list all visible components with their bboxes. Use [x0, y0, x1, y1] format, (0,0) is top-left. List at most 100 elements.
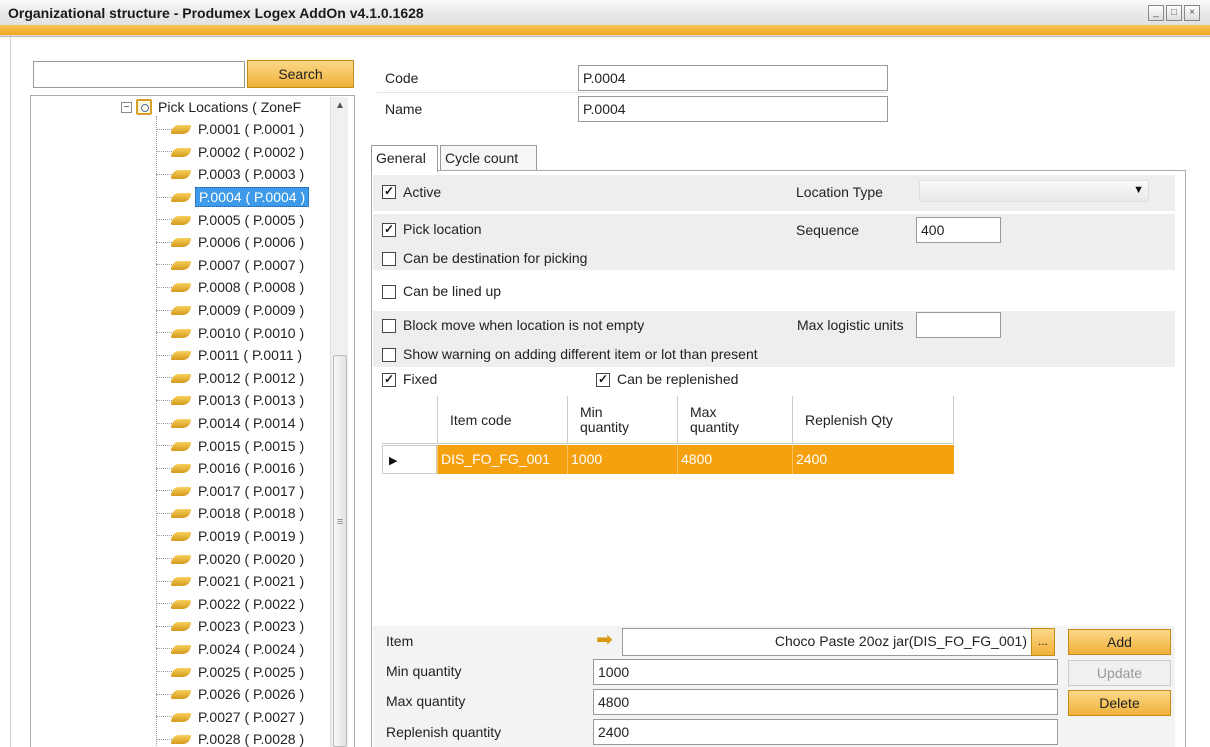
tree-node-pick-locations[interactable]: − Pick Locations ( ZoneF: [121, 96, 301, 118]
active-checkbox[interactable]: ✓: [382, 185, 396, 199]
tree-item[interactable]: P.0013 ( P.0013 ): [156, 389, 309, 412]
close-button[interactable]: ×: [1184, 5, 1200, 21]
name-field[interactable]: P.0004: [578, 96, 888, 122]
max-quantity-field[interactable]: 4800: [593, 689, 1058, 715]
search-input[interactable]: [33, 61, 245, 88]
tree-item[interactable]: P.0004 ( P.0004 ): [156, 186, 310, 209]
location-icon: [172, 575, 192, 587]
column-header-max-quantity[interactable]: Max quantity: [677, 396, 792, 444]
go-arrow-icon[interactable]: ➡: [596, 630, 613, 650]
column-header-line: quantity: [580, 419, 630, 435]
tree-item[interactable]: P.0021 ( P.0021 ): [156, 570, 309, 593]
max-logistic-units-label: Max logistic units: [797, 317, 904, 333]
min-quantity-field[interactable]: 1000: [593, 659, 1058, 685]
tree-connector: [156, 558, 172, 560]
minimize-button[interactable]: _: [1148, 5, 1164, 21]
tree-item-label: P.0022 ( P.0022 ): [198, 595, 305, 612]
tree-item[interactable]: P.0020 ( P.0020 ): [156, 547, 309, 570]
code-field[interactable]: P.0004: [578, 65, 888, 91]
sequence-label: Sequence: [796, 222, 860, 238]
tree-item[interactable]: P.0022 ( P.0022 ): [156, 592, 309, 615]
tree-item-label: P.0018 ( P.0018 ): [198, 505, 305, 522]
tree-item[interactable]: P.0001 ( P.0001 ): [156, 118, 309, 141]
tree-item[interactable]: P.0012 ( P.0012 ): [156, 367, 309, 390]
tree-connector: [156, 603, 172, 605]
scroll-up-icon[interactable]: ▲: [331, 97, 349, 115]
tree-item[interactable]: P.0028 ( P.0028 ): [156, 728, 309, 747]
tree-item[interactable]: P.0009 ( P.0009 ): [156, 299, 309, 322]
tree-item[interactable]: P.0014 ( P.0014 ): [156, 412, 309, 435]
tree-connector: [156, 173, 172, 175]
tree-item-label: P.0008 ( P.0008 ): [198, 279, 305, 296]
location-icon: [172, 462, 192, 474]
replenish-quantity-field[interactable]: 2400: [593, 719, 1058, 745]
location-icon: [172, 372, 192, 384]
cell-min-quantity[interactable]: 1000: [567, 445, 677, 474]
collapse-icon[interactable]: −: [121, 101, 132, 113]
tree-item[interactable]: P.0003 ( P.0003 ): [156, 163, 309, 186]
tree-scrollbar[interactable]: ▲ ≡: [330, 97, 348, 747]
cell-item-code[interactable]: DIS_FO_FG_001: [437, 445, 567, 474]
tree-item-label: P.0011 ( P.0011 ): [198, 347, 303, 364]
item-browse-button[interactable]: ...: [1031, 628, 1055, 656]
tree-item[interactable]: P.0023 ( P.0023 ): [156, 615, 309, 638]
pick-location-label: Pick location: [403, 221, 482, 237]
maximize-button[interactable]: □: [1166, 5, 1182, 21]
column-header-line: quantity: [690, 419, 740, 435]
delete-button[interactable]: Delete: [1068, 690, 1171, 716]
tree-item[interactable]: P.0024 ( P.0024 ): [156, 638, 309, 661]
update-button[interactable]: Update: [1068, 660, 1171, 686]
column-header-item-code[interactable]: Item code: [437, 396, 567, 444]
search-button[interactable]: Search: [247, 60, 354, 88]
tree-item[interactable]: P.0010 ( P.0010 ): [156, 321, 309, 344]
tree-item[interactable]: P.0016 ( P.0016 ): [156, 457, 309, 480]
tree-item-label: P.0004 ( P.0004 ): [195, 187, 310, 208]
tree-item[interactable]: P.0026 ( P.0026 ): [156, 683, 309, 706]
location-icon: [172, 146, 192, 158]
tree-connector: [156, 377, 172, 379]
item-field[interactable]: Choco Paste 20oz jar(DIS_FO_FG_001): [622, 628, 1032, 656]
tree-item[interactable]: P.0008 ( P.0008 ): [156, 276, 309, 299]
location-icon: [172, 327, 192, 339]
location-type-select[interactable]: ▼: [919, 180, 1149, 202]
lined-up-checkbox[interactable]: [382, 285, 396, 299]
tree-connector: [156, 422, 172, 424]
pick-location-checkbox[interactable]: ✓: [382, 223, 396, 237]
tree-item[interactable]: P.0002 ( P.0002 ): [156, 141, 309, 164]
destination-checkbox[interactable]: [382, 252, 396, 266]
tab-general[interactable]: General: [371, 145, 438, 172]
tree-item[interactable]: P.0018 ( P.0018 ): [156, 502, 309, 525]
tree-item[interactable]: P.0025 ( P.0025 ): [156, 660, 309, 683]
tree-item[interactable]: P.0027 ( P.0027 ): [156, 705, 309, 728]
show-warning-checkbox[interactable]: [382, 348, 396, 362]
location-icon: [172, 168, 192, 180]
tree-item[interactable]: P.0011 ( P.0011 ): [156, 344, 309, 367]
location-icon: [172, 123, 192, 135]
row-selector[interactable]: ▶: [382, 445, 437, 474]
column-header-replenish-qty[interactable]: Replenish Qty: [792, 396, 954, 444]
tree-item-label: P.0026 ( P.0026 ): [198, 686, 305, 703]
tab-cycle-count[interactable]: Cycle count: [440, 145, 537, 171]
sequence-field[interactable]: 400: [916, 217, 1001, 243]
tree-item[interactable]: P.0019 ( P.0019 ): [156, 525, 309, 548]
scroll-thumb[interactable]: ≡: [333, 355, 347, 747]
max-logistic-units-field[interactable]: [916, 312, 1001, 338]
fixed-checkbox[interactable]: ✓: [382, 373, 396, 387]
tree-item[interactable]: P.0017 ( P.0017 ): [156, 480, 309, 503]
tree-item[interactable]: P.0007 ( P.0007 ): [156, 254, 309, 277]
tree-item[interactable]: P.0015 ( P.0015 ): [156, 434, 309, 457]
cell-max-quantity[interactable]: 4800: [677, 445, 792, 474]
column-header-min-quantity[interactable]: Min quantity: [567, 396, 677, 444]
tree-connector: [156, 128, 172, 130]
cell-replenish-qty[interactable]: 2400: [792, 445, 954, 474]
tree-connector: [156, 512, 172, 514]
tree-item[interactable]: P.0006 ( P.0006 ): [156, 231, 309, 254]
add-button[interactable]: Add: [1068, 629, 1171, 655]
can-be-replenished-checkbox[interactable]: ✓: [596, 373, 610, 387]
block-move-checkbox[interactable]: [382, 319, 396, 333]
location-icon: [172, 688, 192, 700]
location-icon: [172, 620, 192, 632]
location-icon: [172, 236, 192, 248]
tree-item[interactable]: P.0005 ( P.0005 ): [156, 208, 309, 231]
tree-node-label: Pick Locations ( ZoneF: [158, 99, 302, 115]
